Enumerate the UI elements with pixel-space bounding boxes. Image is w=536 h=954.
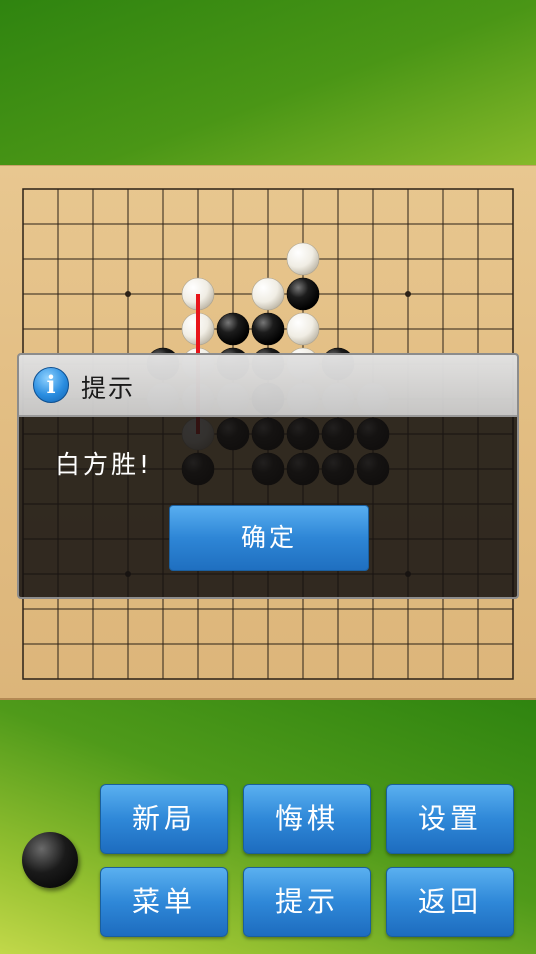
white-stone <box>286 312 320 346</box>
star-point <box>405 291 411 297</box>
settings-button[interactable]: 设置 <box>386 784 514 854</box>
new-game-button[interactable]: 新局 <box>100 784 228 854</box>
white-stone <box>251 277 285 311</box>
ok-button[interactable]: 确定 <box>169 505 369 571</box>
back-button[interactable]: 返回 <box>386 867 514 937</box>
dialog-header: i 提示 <box>19 355 517 417</box>
black-stone <box>286 277 320 311</box>
black-stone <box>251 312 285 346</box>
undo-button[interactable]: 悔棋 <box>243 784 371 854</box>
dialog-message: 白方胜! <box>55 450 153 479</box>
current-turn-black-stone <box>22 832 78 888</box>
white-stone <box>286 242 320 276</box>
result-dialog: i 提示 白方胜! 确定 <box>17 353 519 599</box>
star-point <box>125 291 131 297</box>
info-icon: i <box>33 367 69 403</box>
hint-button[interactable]: 提示 <box>243 867 371 937</box>
black-stone <box>216 312 250 346</box>
dialog-title: 提示 <box>81 374 136 403</box>
menu-button[interactable]: 菜单 <box>100 867 228 937</box>
top-background <box>0 0 536 165</box>
